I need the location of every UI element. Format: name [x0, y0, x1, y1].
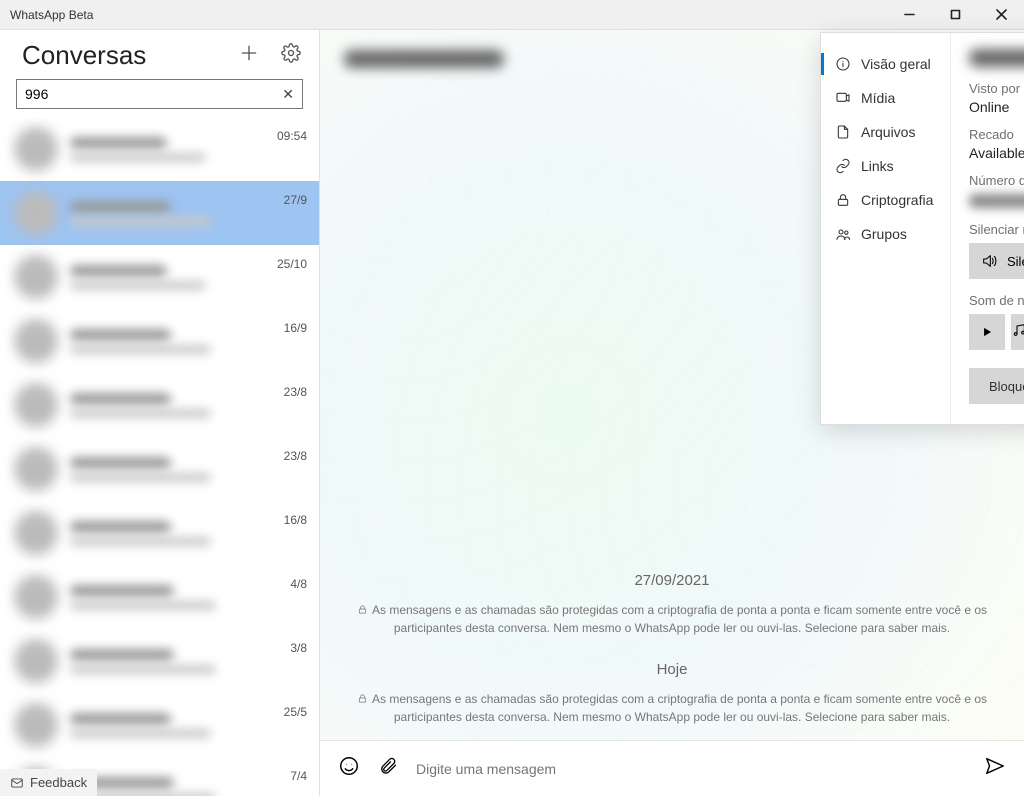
- encryption-notice[interactable]: As mensagens e as chamadas são protegida…: [352, 601, 992, 637]
- chat-list-item[interactable]: 16/9: [0, 309, 319, 373]
- chat-list[interactable]: 09:54 27/9 25/10 16/9 23/8 23/8 16/8 4/8…: [0, 117, 319, 796]
- window-titlebar: WhatsApp Beta: [0, 0, 1024, 30]
- search-input[interactable]: [25, 86, 282, 102]
- chat-list-item[interactable]: 27/9: [0, 181, 319, 245]
- chat-time: 25/10: [277, 253, 307, 271]
- mute-label: Silenciar notificações: [969, 222, 1024, 237]
- avatar: [14, 575, 58, 619]
- contact-name: [969, 49, 1024, 67]
- chat-time: 3/8: [290, 637, 307, 655]
- chat-sidebar: Conversas ✕ 09:54 27/9 25/10 16/9 23/8 2…: [0, 30, 320, 796]
- window-close-button[interactable]: [978, 0, 1024, 30]
- avatar: [14, 703, 58, 747]
- avatar: [14, 383, 58, 427]
- avatar: [14, 511, 58, 555]
- chat-time: 09:54: [277, 125, 307, 143]
- search-clear-button[interactable]: ✕: [282, 86, 294, 103]
- about-value: Available: [969, 145, 1024, 161]
- chat-time: 4/8: [290, 573, 307, 591]
- last-seen-label: Visto por último: [969, 81, 1024, 96]
- chat-time: 25/5: [284, 701, 307, 719]
- chat-list-item[interactable]: 09:54: [0, 117, 319, 181]
- avatar: [14, 255, 58, 299]
- chat-time: 27/9: [284, 189, 307, 207]
- tab-encryption[interactable]: Criptografia: [821, 183, 950, 217]
- avatar: [14, 127, 58, 171]
- sound-label: Som de notificação: [969, 293, 1024, 308]
- tab-overview[interactable]: Visão geral: [821, 47, 950, 81]
- about-label: Recado: [969, 127, 1024, 142]
- tab-media[interactable]: Mídia: [821, 81, 950, 115]
- contact-info-panel: Visão geral Mídia Arquivos Links Criptog…: [820, 32, 1024, 425]
- mute-value: Silenciar: [1007, 254, 1024, 269]
- new-chat-button[interactable]: [239, 43, 259, 68]
- date-separator: 27/09/2021: [320, 562, 1024, 593]
- chat-time: 23/8: [284, 445, 307, 463]
- chat-main: 27/09/2021 As mensagens e as chamadas sã…: [320, 30, 1024, 796]
- send-button[interactable]: [984, 755, 1006, 782]
- message-composer: [320, 740, 1024, 796]
- last-seen-value: Online: [969, 99, 1024, 115]
- settings-button[interactable]: [281, 43, 301, 68]
- chat-list-item[interactable]: 23/8: [0, 373, 319, 437]
- chat-list-item[interactable]: 25/5: [0, 693, 319, 757]
- window-minimize-button[interactable]: [886, 0, 932, 30]
- date-separator: Hoje: [320, 651, 1024, 682]
- emoji-button[interactable]: [338, 755, 360, 782]
- feedback-label: Feedback: [30, 775, 87, 790]
- feedback-button[interactable]: Feedback: [0, 769, 97, 796]
- phone-value: [969, 194, 1024, 208]
- chat-header-contact-name[interactable]: [344, 50, 504, 68]
- sidebar-title: Conversas: [22, 40, 146, 71]
- block-button[interactable]: Bloquear: [969, 368, 1024, 404]
- attach-button[interactable]: [378, 756, 398, 781]
- chat-list-item[interactable]: 16/8: [0, 501, 319, 565]
- avatar: [14, 319, 58, 363]
- encryption-notice[interactable]: As mensagens e as chamadas são protegida…: [352, 690, 992, 726]
- chat-time: 23/8: [284, 381, 307, 399]
- phone-label: Número de telefone: [969, 173, 1024, 188]
- play-sound-button[interactable]: [969, 314, 1005, 350]
- contact-info-tabs: Visão geral Mídia Arquivos Links Criptog…: [821, 33, 951, 424]
- tab-groups[interactable]: Grupos: [821, 217, 950, 251]
- window-title: WhatsApp Beta: [10, 8, 93, 22]
- chat-list-item[interactable]: 23/8: [0, 437, 319, 501]
- message-input[interactable]: [416, 761, 966, 777]
- tab-links[interactable]: Links: [821, 149, 950, 183]
- sound-dropdown[interactable]: Padrão: [1011, 314, 1024, 350]
- tab-files[interactable]: Arquivos: [821, 115, 950, 149]
- avatar: [14, 447, 58, 491]
- chat-time: 16/8: [284, 509, 307, 527]
- avatar: [14, 191, 58, 235]
- avatar: [14, 639, 58, 683]
- mute-dropdown[interactable]: Silenciar: [969, 243, 1024, 279]
- search-input-wrapper[interactable]: ✕: [16, 79, 303, 109]
- chat-list-item[interactable]: 4/8: [0, 565, 319, 629]
- chat-time: 16/9: [284, 317, 307, 335]
- chat-time: 7/4: [290, 765, 307, 783]
- chat-list-item[interactable]: 3/8: [0, 629, 319, 693]
- window-maximize-button[interactable]: [932, 0, 978, 30]
- chat-list-item[interactable]: 25/10: [0, 245, 319, 309]
